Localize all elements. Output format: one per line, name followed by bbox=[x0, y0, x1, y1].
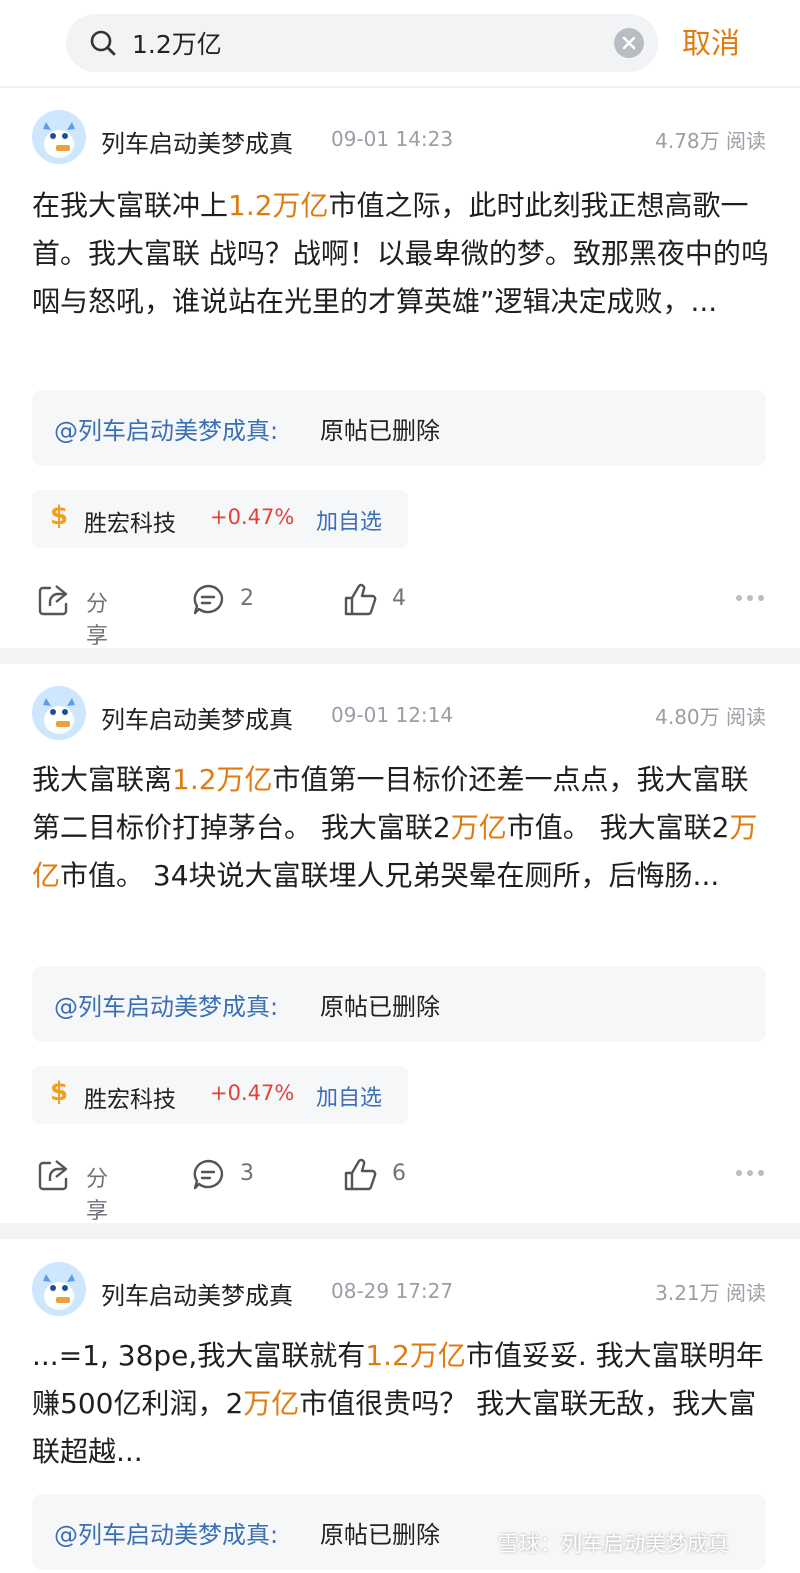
clear-icon[interactable] bbox=[614, 28, 644, 58]
avatar[interactable] bbox=[32, 1262, 86, 1316]
more-icon[interactable] bbox=[736, 592, 766, 604]
share-label: 分享 bbox=[86, 1167, 109, 1224]
mention-link[interactable]: @列车启动美梦成真: bbox=[54, 411, 278, 446]
comment-icon bbox=[193, 584, 224, 615]
like-count: 4 bbox=[392, 586, 406, 611]
post-actions: 分享 3 6 bbox=[0, 1155, 800, 1224]
highlight-keyword: 1.2万亿 bbox=[172, 763, 273, 796]
search-input[interactable] bbox=[132, 22, 572, 64]
post-time: 09-01 12:14 bbox=[331, 703, 454, 727]
text-segment: 在我大富联冲上 bbox=[32, 189, 229, 222]
text-segment: 市值。 34块说大富联埋人兄弟哭晕在厕所，后悔肠... bbox=[60, 859, 720, 892]
highlight-keyword: 万亿 bbox=[450, 811, 507, 844]
thumbs-up-icon bbox=[344, 1158, 377, 1191]
like-count: 6 bbox=[392, 1161, 406, 1186]
avatar[interactable] bbox=[32, 110, 86, 164]
cancel-button[interactable]: 取消 bbox=[682, 20, 740, 62]
stock-change: +0.47% bbox=[210, 1081, 295, 1105]
search-icon bbox=[90, 30, 116, 56]
stock-tag[interactable]: $ 胜宏科技 +0.47% 加自选 bbox=[32, 490, 408, 548]
stock-name: 胜宏科技 bbox=[84, 1087, 176, 1113]
read-count: 4.80万 阅读 bbox=[655, 705, 766, 729]
section-gap bbox=[0, 648, 800, 664]
mention-link[interactable]: @列车启动美梦成真: bbox=[54, 1515, 278, 1550]
dollar-icon: $ bbox=[50, 1077, 69, 1107]
post-actions: 分享 2 4 bbox=[0, 580, 800, 649]
avatar[interactable] bbox=[32, 686, 86, 740]
thumbs-up-icon bbox=[344, 583, 377, 616]
quote-text: 原帖已删除 bbox=[320, 1521, 440, 1549]
read-count: 4.78万 阅读 bbox=[655, 129, 766, 153]
divider bbox=[0, 86, 800, 88]
post-time: 08-29 17:27 bbox=[331, 1279, 454, 1303]
highlight-keyword: 万亿 bbox=[243, 1387, 300, 1420]
post-body[interactable]: ...=1, 38pe,我大富联就有1.2万亿市值妥妥. 我大富联明年赚500亿… bbox=[32, 1332, 772, 1476]
share-icon bbox=[38, 1160, 68, 1191]
highlight-keyword: 1.2万亿 bbox=[228, 189, 329, 222]
highlight-keyword: 1.2万亿 bbox=[365, 1339, 466, 1372]
post-time: 09-01 14:23 bbox=[331, 127, 454, 151]
search-header: 取消 bbox=[0, 0, 800, 86]
add-watchlist-button[interactable]: 加自选 bbox=[316, 1080, 382, 1112]
mention-link[interactable]: @列车启动美梦成真: bbox=[54, 987, 278, 1022]
share-icon bbox=[38, 585, 68, 616]
author-name[interactable]: 列车启动美梦成真 bbox=[101, 124, 293, 159]
comment-count: 2 bbox=[240, 586, 254, 611]
stock-name: 胜宏科技 bbox=[84, 511, 176, 537]
quoted-post[interactable]: @列车启动美梦成真: 原帖已删除 bbox=[32, 966, 766, 1042]
post-body[interactable]: 在我大富联冲上1.2万亿市值之际，此时此刻我正想高歌一首。我大富联 战吗？战啊！… bbox=[32, 182, 772, 326]
text-segment: ...=1, 38pe,我大富联就有 bbox=[32, 1339, 366, 1372]
section-gap bbox=[0, 1223, 800, 1239]
share-label: 分享 bbox=[86, 592, 109, 649]
watermark: 雪球：列车启动美梦成真 bbox=[498, 1532, 729, 1556]
stock-tag[interactable]: $ 胜宏科技 +0.47% 加自选 bbox=[32, 1066, 408, 1124]
author-name[interactable]: 列车启动美梦成真 bbox=[101, 1276, 293, 1311]
search-box[interactable] bbox=[66, 14, 658, 72]
comment-icon bbox=[193, 1159, 224, 1190]
quoted-post[interactable]: @列车启动美梦成真: 原帖已删除 bbox=[32, 390, 766, 466]
quote-text: 原帖已删除 bbox=[320, 417, 440, 445]
read-count: 3.21万 阅读 bbox=[655, 1281, 766, 1305]
dollar-icon: $ bbox=[50, 501, 69, 531]
post-body[interactable]: 我大富联离1.2万亿市值第一目标价还差一点点，我大富联第二目标价打掉茅台。 我大… bbox=[32, 756, 772, 900]
text-segment: 我大富联离 bbox=[32, 763, 173, 796]
quote-text: 原帖已删除 bbox=[320, 993, 440, 1021]
stock-change: +0.47% bbox=[210, 505, 295, 529]
comment-count: 3 bbox=[240, 1161, 254, 1186]
more-icon[interactable] bbox=[736, 1167, 766, 1179]
add-watchlist-button[interactable]: 加自选 bbox=[316, 504, 382, 536]
author-name[interactable]: 列车启动美梦成真 bbox=[101, 700, 293, 735]
text-segment: 市值。 我大富联2 bbox=[506, 811, 730, 844]
